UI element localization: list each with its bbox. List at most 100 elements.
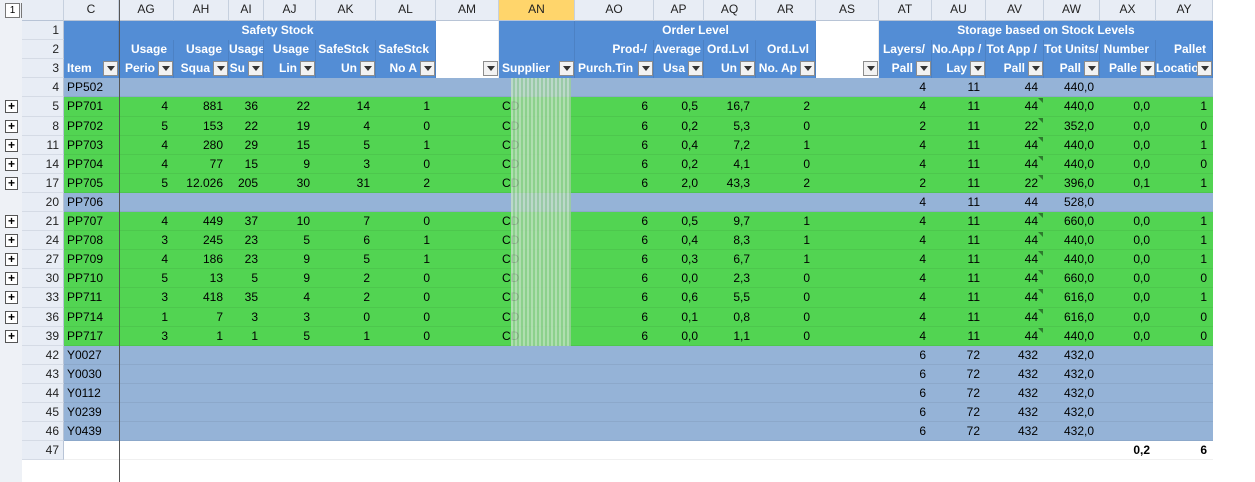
cell[interactable]: 1 xyxy=(376,136,436,155)
cell[interactable]: 432,0 xyxy=(1044,403,1100,422)
cell[interactable]: 0,5 xyxy=(654,212,704,231)
cell[interactable]: 3 xyxy=(119,327,174,346)
cell[interactable]: 43,3 xyxy=(704,174,756,193)
cell[interactable]: 6,7 xyxy=(704,250,756,269)
cell[interactable] xyxy=(654,193,704,212)
cell[interactable] xyxy=(654,422,704,441)
cell[interactable]: 432,0 xyxy=(1044,365,1100,384)
cell[interactable]: 15 xyxy=(264,136,316,155)
cell[interactable]: PP703 xyxy=(64,136,119,155)
cell[interactable] xyxy=(174,441,229,460)
cell[interactable]: 22 xyxy=(986,174,1044,193)
cell[interactable]: 0,0 xyxy=(1100,308,1156,327)
cell[interactable] xyxy=(436,288,499,308)
cell[interactable] xyxy=(816,155,879,174)
cell[interactable]: 3 xyxy=(229,308,264,327)
filter-dropdown-button[interactable] xyxy=(360,61,375,76)
cell[interactable] xyxy=(575,403,654,422)
cell[interactable] xyxy=(756,78,816,97)
cell[interactable]: PP502 xyxy=(64,78,119,97)
cell[interactable] xyxy=(376,193,436,212)
cell[interactable]: 432,0 xyxy=(1044,384,1100,403)
cell[interactable] xyxy=(119,441,174,460)
cell[interactable]: 4 xyxy=(879,155,932,174)
cell[interactable] xyxy=(756,346,816,365)
cell[interactable]: 22 xyxy=(264,97,316,117)
cell[interactable]: Y0239 xyxy=(64,403,119,422)
cell[interactable]: 44 xyxy=(986,136,1044,155)
cell[interactable] xyxy=(756,403,816,422)
cell[interactable]: 4 xyxy=(316,117,376,136)
cell[interactable]: 3 xyxy=(119,231,174,250)
cell[interactable]: 44 xyxy=(986,250,1044,269)
cell[interactable]: 0 xyxy=(1156,327,1213,346)
cell[interactable]: 6 xyxy=(575,327,654,346)
cell[interactable] xyxy=(436,308,499,327)
column-header-ai[interactable]: AI xyxy=(229,0,264,21)
cell[interactable] xyxy=(316,365,376,384)
row-header[interactable]: 24 xyxy=(22,231,64,250)
cell[interactable]: 44 xyxy=(986,193,1044,212)
row-header[interactable]: 44 xyxy=(22,384,64,403)
expand-group-button[interactable]: + xyxy=(5,253,18,266)
cell[interactable]: 9 xyxy=(264,155,316,174)
cell[interactable]: 2 xyxy=(879,174,932,193)
cell[interactable]: 1 xyxy=(1156,288,1213,308)
cell[interactable]: 0,0 xyxy=(1100,269,1156,288)
cell[interactable] xyxy=(1156,193,1213,212)
cell[interactable]: 0,0 xyxy=(1100,155,1156,174)
cell[interactable] xyxy=(229,346,264,365)
cell[interactable]: 432 xyxy=(986,365,1044,384)
column-header-ap[interactable]: AP xyxy=(654,0,704,21)
cell[interactable] xyxy=(816,441,879,460)
cell[interactable]: 2 xyxy=(756,174,816,193)
cell[interactable] xyxy=(376,78,436,97)
row-header[interactable]: 1 xyxy=(22,21,64,40)
cell[interactable]: 1 xyxy=(119,308,174,327)
cell[interactable] xyxy=(229,403,264,422)
cell[interactable] xyxy=(816,193,879,212)
cell[interactable]: 0 xyxy=(756,308,816,327)
cell[interactable] xyxy=(1100,422,1156,441)
cell[interactable] xyxy=(986,441,1044,460)
cell[interactable] xyxy=(264,193,316,212)
cell[interactable]: 23 xyxy=(229,250,264,269)
expand-group-button[interactable]: + xyxy=(5,291,18,304)
cell[interactable] xyxy=(119,384,174,403)
cell[interactable]: 72 xyxy=(932,384,986,403)
cell[interactable]: 9 xyxy=(264,250,316,269)
cell[interactable] xyxy=(816,346,879,365)
cell[interactable]: 4 xyxy=(879,308,932,327)
cell[interactable] xyxy=(436,441,499,460)
cell[interactable] xyxy=(816,136,879,155)
cell[interactable] xyxy=(816,327,879,346)
cell[interactable] xyxy=(654,365,704,384)
column-header-as[interactable]: AS xyxy=(816,0,879,21)
cell[interactable]: Y0030 xyxy=(64,365,119,384)
cell[interactable]: 4,1 xyxy=(704,155,756,174)
cell[interactable] xyxy=(229,365,264,384)
cell[interactable] xyxy=(654,403,704,422)
cell[interactable] xyxy=(436,384,499,403)
cell[interactable]: PP709 xyxy=(64,250,119,269)
cell[interactable] xyxy=(704,193,756,212)
cell[interactable]: 616,0 xyxy=(1044,288,1100,308)
cell[interactable]: 2 xyxy=(376,174,436,193)
cell[interactable]: 4 xyxy=(119,212,174,231)
cell[interactable]: 6 xyxy=(575,136,654,155)
cell[interactable]: 1 xyxy=(1156,174,1213,193)
cell[interactable] xyxy=(316,346,376,365)
cell[interactable]: 440,0 xyxy=(1044,327,1100,346)
cell[interactable] xyxy=(436,422,499,441)
cell[interactable]: 432 xyxy=(986,346,1044,365)
cell[interactable]: PP707 xyxy=(64,212,119,231)
cell[interactable]: 449 xyxy=(174,212,229,231)
cell[interactable]: 0,2 xyxy=(1100,441,1156,460)
expand-group-button[interactable]: + xyxy=(5,215,18,228)
cell[interactable]: 7,2 xyxy=(704,136,756,155)
cell[interactable]: 4 xyxy=(119,136,174,155)
cell[interactable]: PP704 xyxy=(64,155,119,174)
cell[interactable]: 0,6 xyxy=(654,288,704,308)
cell[interactable]: PP705 xyxy=(64,174,119,193)
cell[interactable] xyxy=(816,308,879,327)
